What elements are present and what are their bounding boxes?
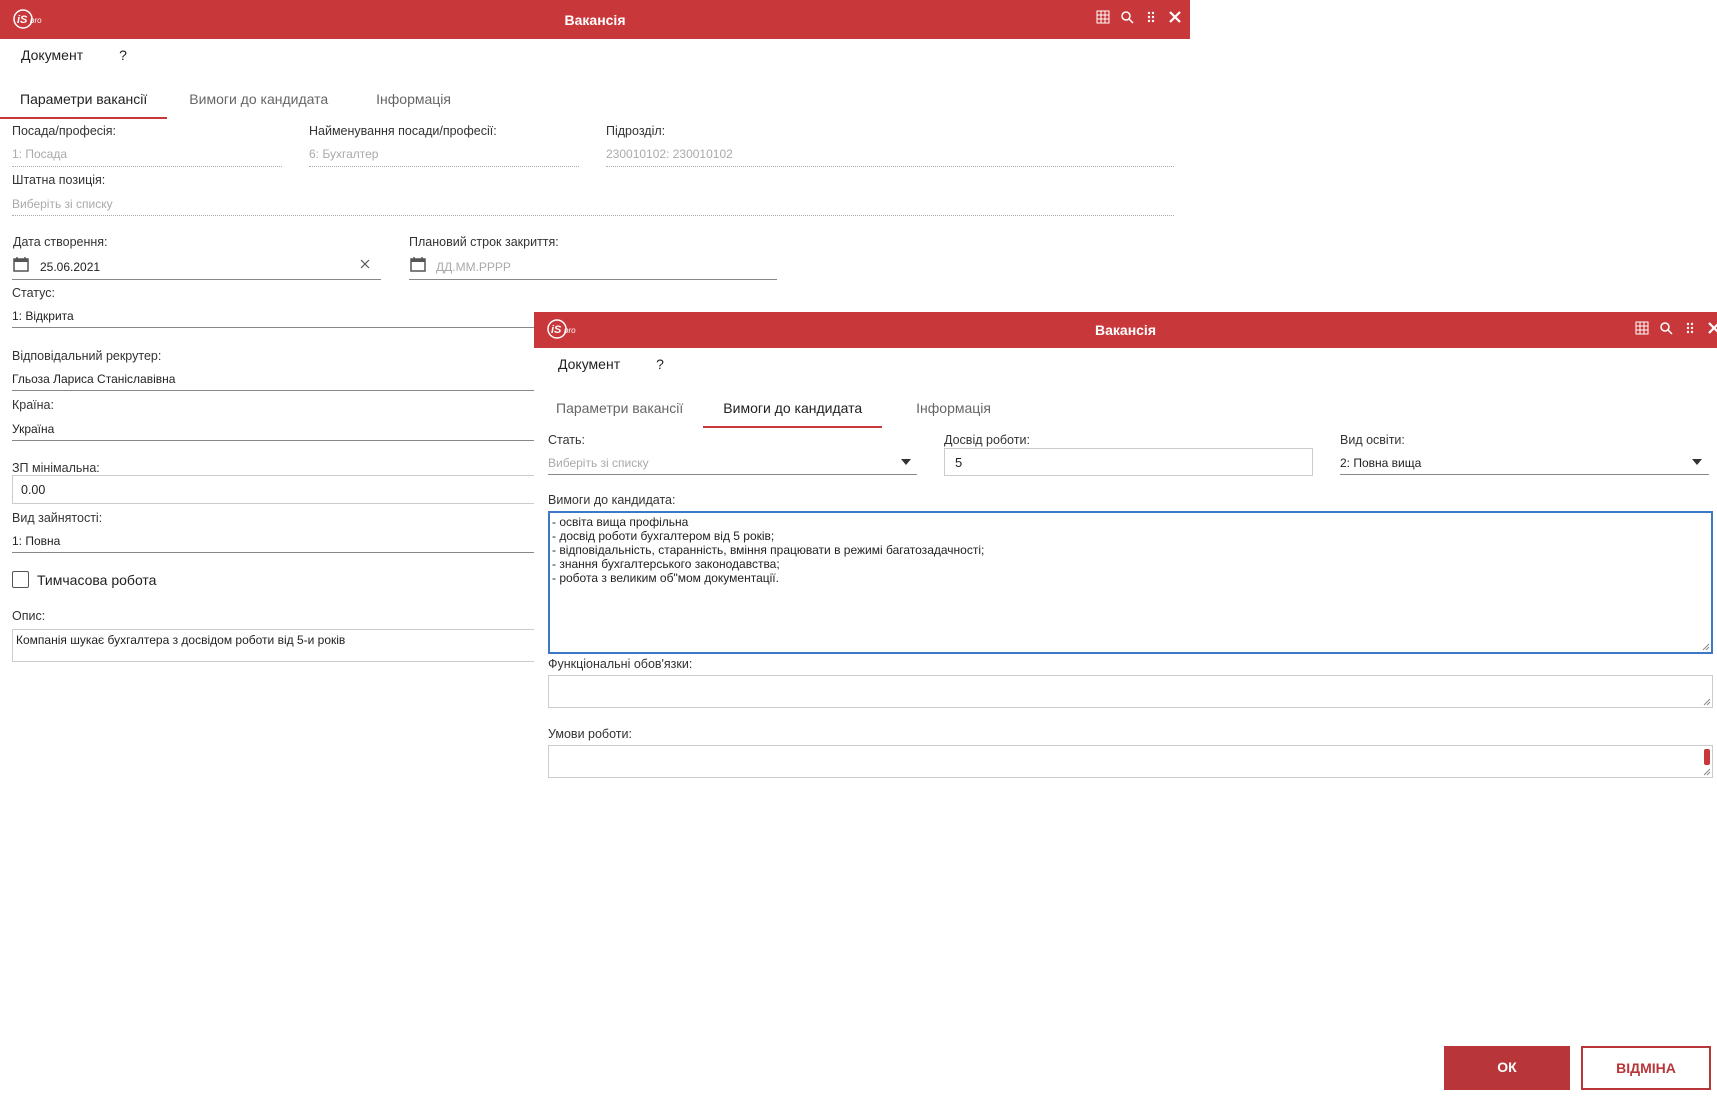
back-menu: Документ ? [21, 47, 127, 63]
back-tabs: Параметри вакансії Вимоги до кандидата І… [0, 91, 471, 119]
requirements-line: - освіта вища профільна [552, 515, 689, 529]
window-title: Вакансія [1095, 322, 1156, 338]
position-name-label: Найменування посади/професії: [309, 124, 497, 138]
department-field[interactable]: 230010102: 230010102 [606, 147, 733, 161]
titlebar-icons [1635, 321, 1717, 335]
position-field[interactable]: 1: Посада [12, 147, 67, 161]
cancel-button[interactable]: ВІДМІНА [1581, 1046, 1711, 1090]
menu-help[interactable]: ? [119, 47, 127, 63]
requirements-line: - робота з великим об"мом документації. [552, 571, 779, 585]
requirements-label: Вимоги до кандидата: [548, 493, 676, 507]
back-titlebar: iS pro Вакансія [0, 0, 1190, 39]
education-field[interactable]: 2: Повна вища [1340, 456, 1421, 470]
menu-document[interactable]: Документ [558, 356, 620, 372]
tab-candidate-requirements[interactable]: Вимоги до кандидата [167, 91, 356, 117]
department-label: Підрозділ: [606, 124, 666, 138]
experience-label: Досвід роботи: [944, 433, 1030, 447]
conditions-textarea[interactable] [548, 745, 1713, 778]
education-label: Вид освіти: [1340, 433, 1405, 447]
requirements-textarea[interactable]: - освіта вища профільна - досвід роботи … [548, 511, 1713, 654]
recruiter-label: Відповідальний рекрутер: [12, 349, 162, 363]
requirements-line: - знання бухгалтерського законодавства; [552, 557, 780, 571]
close-icon[interactable] [1168, 10, 1182, 24]
tab-information[interactable]: Інформація [356, 91, 471, 117]
salary-min-label: ЗП мінімальна: [12, 461, 100, 475]
status-field[interactable]: 1: Відкрита [12, 309, 74, 323]
planned-close-label: Плановий строк закриття: [409, 235, 559, 249]
tab-information[interactable]: Інформація [882, 400, 1011, 426]
description-value: Компанія шукає бухгалтера з досвідом роб… [16, 633, 346, 647]
staff-position-underline [12, 215, 1174, 216]
planned-close-field[interactable]: ДД.ММ.РРРР [436, 260, 511, 274]
position-label: Посада/професія: [12, 124, 117, 138]
temporary-work-label: Тимчасова робота [37, 572, 157, 588]
staff-position-field[interactable]: Виберіть зі списку [12, 197, 113, 211]
position-name-underline [309, 166, 579, 167]
temporary-work-checkbox[interactable] [12, 571, 29, 588]
description-textarea[interactable]: Компанія шукає бухгалтера з досвідом роб… [12, 629, 552, 662]
created-date-underline [12, 279, 381, 280]
chevron-down-icon[interactable] [1692, 459, 1702, 465]
scrollbar-thumb[interactable] [1704, 749, 1710, 765]
ok-button[interactable]: ОК [1444, 1046, 1570, 1090]
front-titlebar: iS pro Вакансія [534, 312, 1717, 348]
experience-value: 5 [955, 455, 963, 470]
country-field[interactable]: Україна [12, 422, 54, 436]
drag-handle-icon[interactable] [1683, 321, 1697, 335]
country-label: Країна: [12, 398, 54, 412]
status-underline [12, 327, 542, 328]
recruiter-field[interactable]: Гльоза Лариса Станіславівна [12, 372, 175, 386]
created-date-field[interactable]: 25.06.2021 [40, 260, 100, 274]
recruiter-underline [12, 390, 542, 391]
created-date-label: Дата створення: [13, 235, 108, 249]
titlebar-icons [1096, 10, 1182, 24]
grid-icon[interactable] [1635, 321, 1649, 335]
zoom-icon[interactable] [1659, 321, 1673, 335]
department-underline [606, 166, 1174, 167]
requirements-line: - досвід роботи бухгалтером від 5 років; [552, 529, 775, 543]
resize-handle-icon[interactable] [1703, 698, 1711, 706]
status-label: Статус: [12, 286, 55, 300]
description-label: Опис: [12, 609, 46, 623]
country-underline [12, 440, 542, 441]
grid-icon[interactable] [1096, 10, 1110, 24]
calendar-icon[interactable] [13, 256, 29, 272]
salary-min-value: 0.00 [21, 483, 46, 497]
position-underline [12, 166, 282, 167]
calendar-icon[interactable] [410, 256, 426, 272]
zoom-icon[interactable] [1120, 10, 1134, 24]
conditions-label: Умови роботи: [548, 727, 632, 741]
education-underline [1340, 474, 1709, 475]
duties-textarea[interactable] [548, 675, 1713, 708]
clear-icon[interactable] [360, 259, 370, 269]
window-title: Вакансія [564, 12, 626, 28]
tab-vacancy-params[interactable]: Параметри вакансії [0, 91, 168, 119]
front-menu: Документ ? [558, 356, 664, 372]
employment-type-underline [12, 552, 542, 553]
planned-close-underline [409, 279, 777, 280]
tab-vacancy-params[interactable]: Параметри вакансії [536, 400, 703, 426]
menu-help[interactable]: ? [656, 356, 664, 372]
menu-document[interactable]: Документ [21, 47, 83, 63]
employment-type-label: Вид зайнятості: [12, 511, 103, 525]
gender-underline [548, 474, 917, 475]
tab-candidate-requirements[interactable]: Вимоги до кандидата [703, 400, 883, 428]
employment-type-field[interactable]: 1: Повна [12, 534, 60, 548]
gender-field[interactable]: Виберіть зі списку [548, 456, 649, 470]
staff-position-label: Штатна позиція: [12, 173, 106, 187]
resize-handle-icon[interactable] [1703, 768, 1711, 776]
resize-handle-icon[interactable] [1702, 643, 1710, 651]
front-window: iS pro Вакансія Документ ? Параметри вак… [534, 312, 1717, 1100]
close-icon[interactable] [1707, 321, 1717, 335]
front-tabs: Параметри вакансії Вимоги до кандидата І… [536, 400, 1011, 428]
salary-min-input[interactable]: 0.00 [12, 475, 542, 504]
requirements-line: - відповідальність, старанність, вміння … [552, 543, 985, 557]
duties-label: Функціональні обов'язки: [548, 657, 693, 671]
drag-handle-icon[interactable] [1144, 10, 1158, 24]
experience-input[interactable]: 5 [944, 448, 1313, 476]
position-name-field[interactable]: 6: Бухгалтер [309, 147, 378, 161]
gender-label: Стать: [548, 433, 585, 447]
chevron-down-icon[interactable] [901, 459, 911, 465]
